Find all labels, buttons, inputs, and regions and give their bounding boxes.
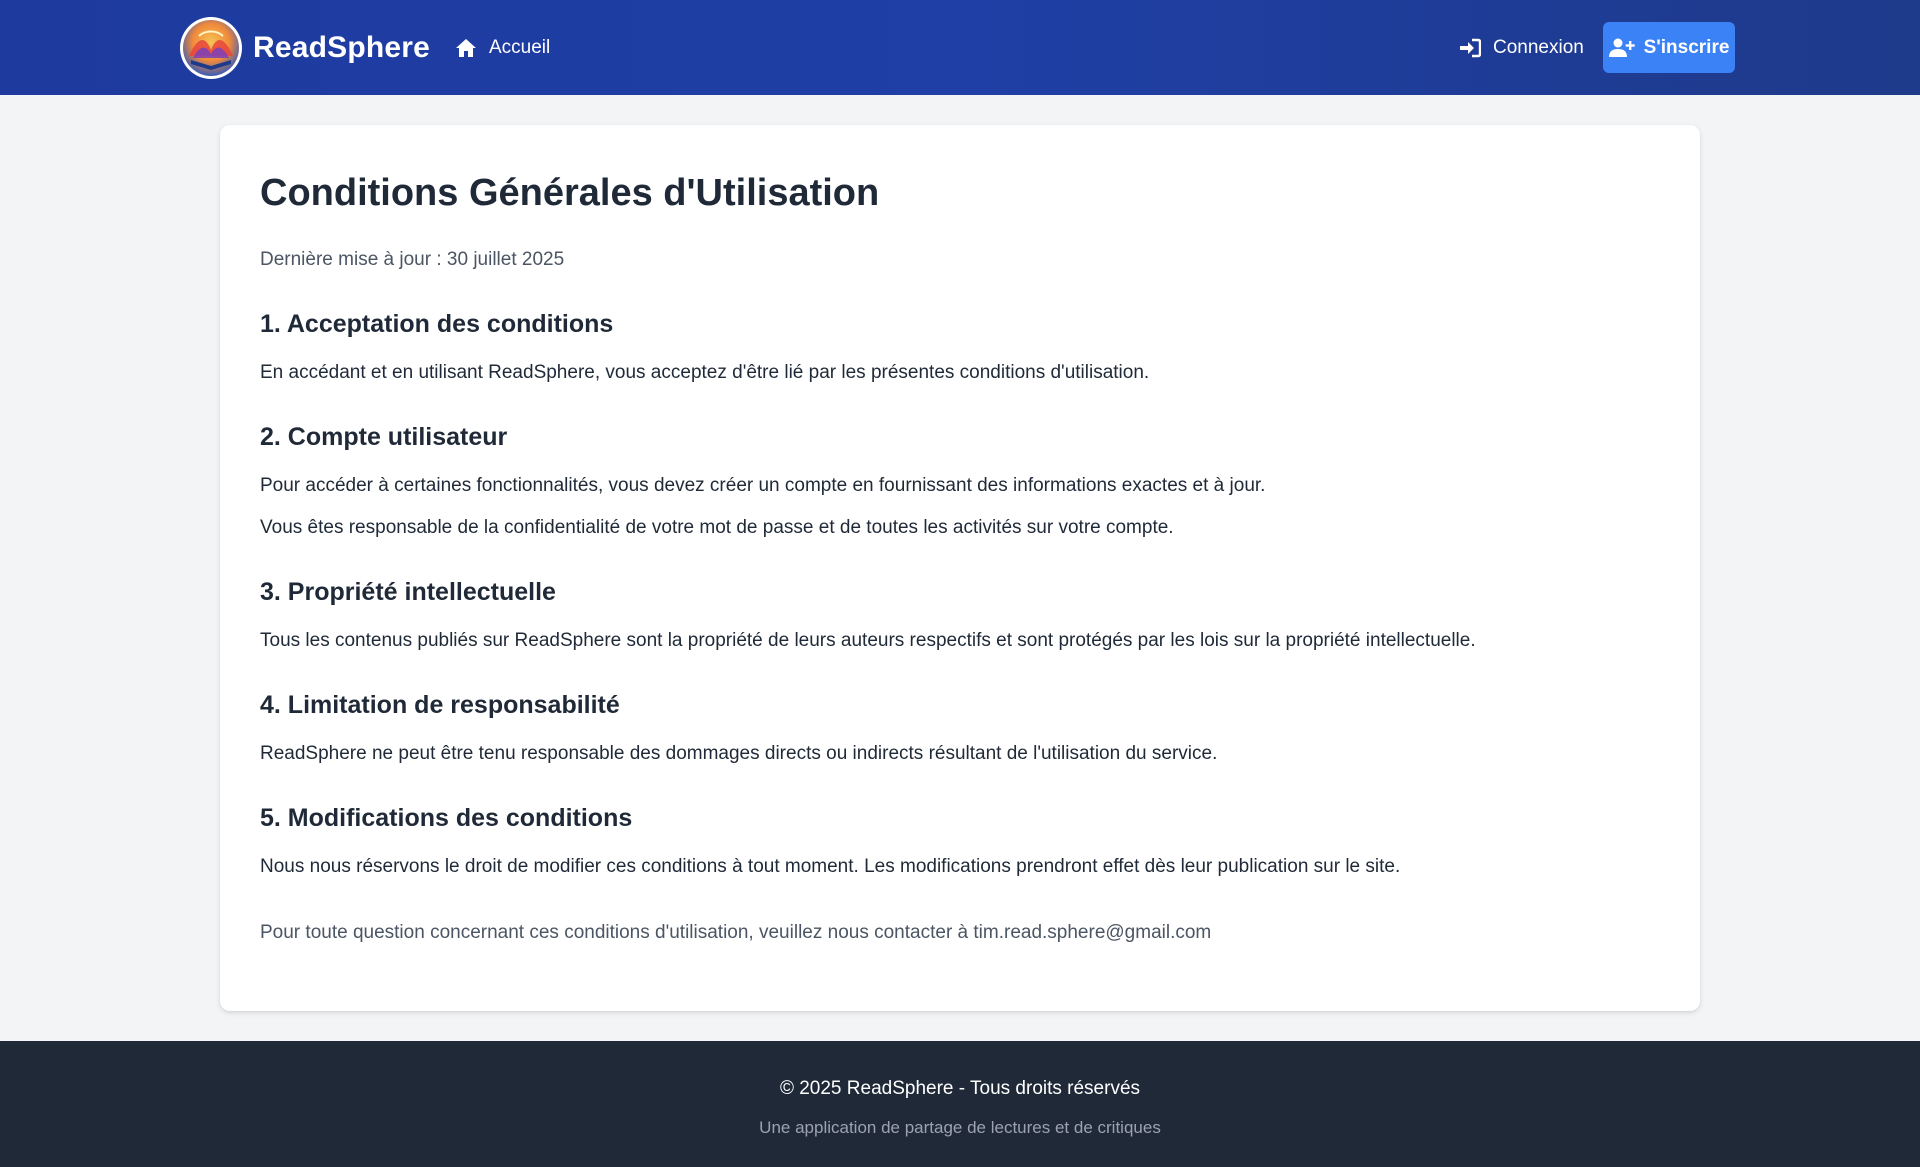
last-updated-text: Dernière mise à jour : 30 juillet 2025 <box>260 249 565 270</box>
section-paragraph: Vous êtes responsable de la confidential… <box>260 517 1174 538</box>
signup-button[interactable]: S'inscrire <box>1603 22 1735 73</box>
section-acceptance: 1. Acceptation des conditions En accédan… <box>260 308 1660 386</box>
section-user-account: 2. Compte utilisateur Pour accéder à cer… <box>260 421 1660 541</box>
terms-card: Conditions Générales d'Utilisation Derni… <box>220 125 1700 1011</box>
section-heading: 2. Compte utilisateur <box>260 423 508 451</box>
brand-link[interactable]: ReadSphere <box>179 15 430 80</box>
section-paragraph: ReadSphere ne peut être tenu responsable… <box>260 743 1218 764</box>
sign-in-icon <box>1460 38 1481 58</box>
top-navbar: ReadSphere Accueil Connexion S'inscrire <box>0 0 1920 95</box>
brand-name: ReadSphere <box>253 30 431 64</box>
home-icon <box>456 39 476 57</box>
section-paragraph: En accédant et en utilisant ReadSphere, … <box>260 362 1150 383</box>
contact-text: Pour toute question concernant ces condi… <box>260 922 1212 943</box>
login-link[interactable]: Connexion <box>1459 29 1584 67</box>
user-plus-icon <box>1608 38 1635 57</box>
readsphere-logo-icon <box>180 16 242 79</box>
section-heading: 1. Acceptation des conditions <box>260 310 614 338</box>
section-paragraph: Nous nous réservons le droit de modifier… <box>260 856 1401 877</box>
nav-home-label: Accueil <box>489 37 551 58</box>
section-heading: 3. Propriété intellectuelle <box>260 578 556 606</box>
section-modifications: 5. Modifications des conditions Nous nou… <box>260 802 1660 880</box>
page-title: Conditions Générales d'Utilisation <box>260 172 880 214</box>
footer-tagline: Une application de partage de lectures e… <box>759 1118 1161 1137</box>
section-heading: 4. Limitation de responsabilité <box>260 691 620 719</box>
signup-label: S'inscrire <box>1643 36 1730 58</box>
section-heading: 5. Modifications des conditions <box>260 804 633 832</box>
section-paragraph: Tous les contenus publiés sur ReadSphere… <box>260 630 1476 651</box>
section-liability: 4. Limitation de responsabilité ReadSphe… <box>260 689 1660 767</box>
section-paragraph: Pour accéder à certaines fonctionnalités… <box>260 475 1266 496</box>
footer-copyright: © 2025 ReadSphere - Tous droits réservés <box>779 1078 1141 1099</box>
page-footer: © 2025 ReadSphere - Tous droits réservés… <box>0 1041 1920 1167</box>
login-label: Connexion <box>1493 37 1584 58</box>
nav-home-link[interactable]: Accueil <box>455 29 550 67</box>
section-intellectual-property: 3. Propriété intellectuelle Tous les con… <box>260 576 1660 654</box>
